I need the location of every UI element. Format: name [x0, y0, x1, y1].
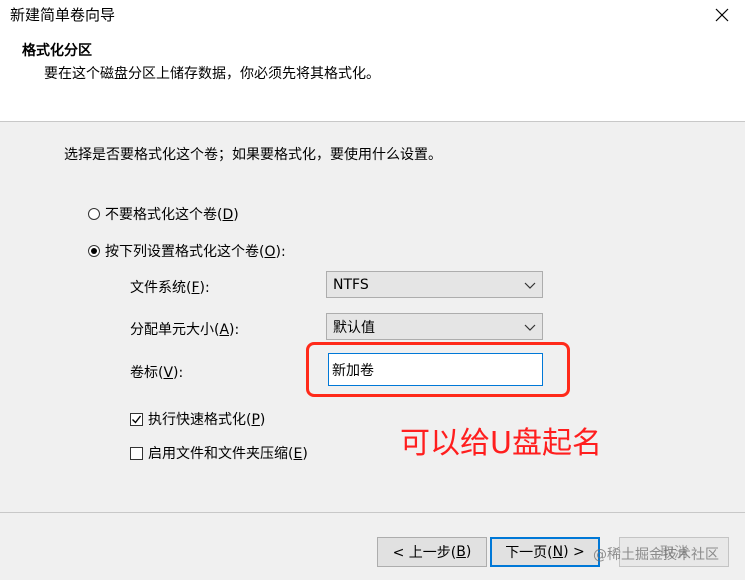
checkmark-icon — [132, 415, 142, 424]
alloc-unit-label: 分配单元大小(A): — [130, 322, 240, 338]
annotation-text: 可以给U盘起名 — [400, 426, 602, 461]
instruction-text: 选择是否要格式化这个卷；如果要格式化，要使用什么设置。 — [64, 147, 442, 163]
chevron-down-icon — [524, 324, 536, 331]
filesystem-label: 文件系统(F): — [130, 280, 210, 296]
no-format-option[interactable]: 不要格式化这个卷(D) — [88, 204, 239, 224]
highlight-box — [306, 342, 570, 397]
volume-label-label: 卷标(V): — [130, 365, 184, 381]
compression-checkbox[interactable] — [130, 446, 143, 460]
page-title: 格式化分区 — [22, 43, 92, 59]
quick-format-option[interactable]: 执行快速格式化(P) — [130, 409, 265, 429]
back-button[interactable]: < 上一步(B) — [377, 537, 487, 567]
close-icon — [715, 8, 729, 22]
alloc-unit-select[interactable]: 默认值 — [326, 313, 543, 340]
page-subtitle: 要在这个磁盘分区上储存数据，你必须先将其格式化。 — [44, 66, 380, 82]
quick-format-checkbox[interactable] — [130, 412, 143, 426]
next-button[interactable]: 下一页(N) > — [490, 537, 600, 567]
wizard-header: 格式化分区 要在这个磁盘分区上储存数据，你必须先将其格式化。 — [0, 30, 745, 122]
filesystem-select[interactable]: NTFS — [326, 271, 543, 298]
no-format-radio[interactable] — [88, 208, 100, 220]
alloc-unit-value: 默认值 — [333, 319, 375, 336]
window-title: 新建简单卷向导 — [10, 6, 116, 24]
footer-divider — [0, 512, 745, 513]
title-bar: 新建简单卷向导 — [0, 0, 745, 30]
quick-format-label: 执行快速格式化(P) — [148, 412, 266, 428]
format-option[interactable]: 按下列设置格式化这个卷(O): — [88, 241, 286, 261]
compression-option[interactable]: 启用文件和文件夹压缩(E) — [130, 443, 308, 463]
no-format-label: 不要格式化这个卷(D) — [105, 207, 239, 223]
close-button[interactable] — [699, 0, 745, 30]
filesystem-value: NTFS — [333, 276, 369, 293]
format-label: 按下列设置格式化这个卷(O): — [105, 244, 286, 260]
compression-label: 启用文件和文件夹压缩(E) — [148, 446, 308, 462]
watermark: @稀土掘金技术社区 — [593, 547, 719, 563]
format-radio[interactable] — [88, 245, 100, 257]
chevron-down-icon — [524, 282, 536, 289]
